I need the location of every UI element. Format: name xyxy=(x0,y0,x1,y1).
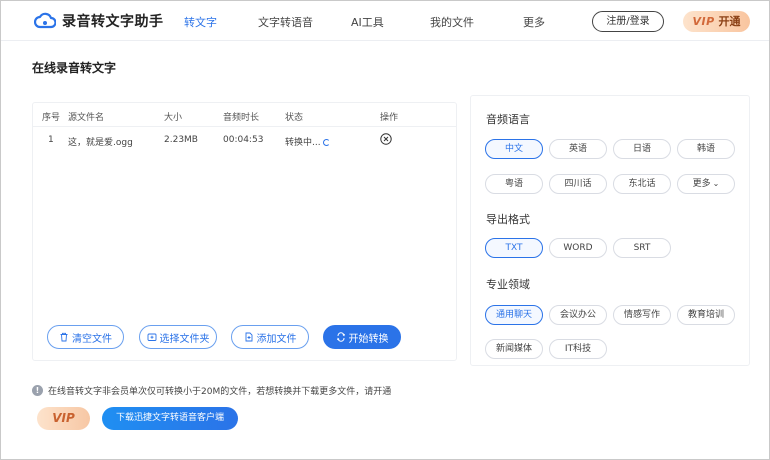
domain-option-meeting-office[interactable]: 会议办公 xyxy=(549,305,607,325)
app-name: 录音转文字助手 xyxy=(62,14,164,30)
vip-badge-button[interactable]: VIP xyxy=(37,407,90,430)
format-option-txt[interactable]: TXT xyxy=(485,238,543,258)
top-header: 录音转文字助手 转文字 文字转语音 AI工具 我的文件 更多 注册/登录 VIP… xyxy=(1,1,769,41)
lang-option-sichuan[interactable]: 四川话 xyxy=(549,174,607,194)
table-row: 1 这，就是爱.ogg 2.23MB 00:04:53 转换中... xyxy=(33,128,456,152)
clear-files-label: 清空文件 xyxy=(72,333,112,345)
format-option-srt[interactable]: SRT xyxy=(613,238,671,258)
convert-icon xyxy=(336,332,345,342)
vip-open-label: 开通 xyxy=(718,15,741,28)
nav-ai-tools[interactable]: AI工具 xyxy=(351,14,384,30)
domain-option-education[interactable]: 教育培训 xyxy=(677,305,735,325)
cloud-logo-icon xyxy=(34,12,56,29)
register-login-button[interactable]: 注册/登录 xyxy=(592,11,664,32)
col-duration: 音频时长 xyxy=(223,113,260,123)
page-title: 在线录音转文字 xyxy=(32,61,117,75)
lang-option-dongbei[interactable]: 东北话 xyxy=(613,174,671,194)
choose-folder-button[interactable]: 选择文件夹 xyxy=(139,325,217,349)
col-size: 大小 xyxy=(164,113,183,123)
nav-text-to-speech[interactable]: 文字转语音 xyxy=(258,14,313,30)
table-header: 序号 源文件名 大小 音频时长 状态 操作 xyxy=(33,103,456,127)
vip-badge-text: VIP xyxy=(692,15,715,28)
col-file-name: 源文件名 xyxy=(68,113,105,123)
folder-icon xyxy=(147,333,156,341)
lang-more-label: 更多 xyxy=(692,179,711,189)
row-status: 转换中... xyxy=(285,135,330,148)
download-client-button[interactable]: 下载迅捷文字转语音客户端 xyxy=(102,407,238,430)
domain-option-emotional-writing[interactable]: 情感写作 xyxy=(613,305,671,325)
row-duration: 00:04:53 xyxy=(223,135,264,145)
lang-option-chinese[interactable]: 中文 xyxy=(485,139,543,159)
domain-option-news-media[interactable]: 新闻媒体 xyxy=(485,339,543,359)
settings-panel: 音频语言 中文 英语 日语 韩语 粤语 四川话 东北话 更多 ⌄ 导出格式 TXT… xyxy=(470,95,750,366)
lang-option-cantonese[interactable]: 粤语 xyxy=(485,174,543,194)
member-notice-text: 在线音转文字非会员单次仅可转换小于20M的文件，若想转换并下载更多文件，请开通 xyxy=(48,387,392,397)
member-notice: ! 在线音转文字非会员单次仅可转换小于20M的文件，若想转换并下载更多文件，请开… xyxy=(32,384,391,397)
row-index: 1 xyxy=(48,135,54,145)
info-icon: ! xyxy=(32,385,43,396)
logo[interactable]: 录音转文字助手 xyxy=(34,11,164,31)
loading-spinner-icon xyxy=(322,139,330,146)
export-format-title: 导出格式 xyxy=(486,213,530,226)
nav-my-files[interactable]: 我的文件 xyxy=(430,14,474,30)
file-list-panel: 序号 源文件名 大小 音频时长 状态 操作 1 这，就是爱.ogg 2.23MB… xyxy=(32,102,457,361)
lang-option-english[interactable]: 英语 xyxy=(549,139,607,159)
choose-folder-label: 选择文件夹 xyxy=(159,333,210,345)
trash-icon xyxy=(60,332,68,342)
close-circle-icon[interactable] xyxy=(380,133,392,145)
add-file-label: 添加文件 xyxy=(256,333,297,345)
lang-option-more[interactable]: 更多 ⌄ xyxy=(677,174,735,194)
row-size: 2.23MB xyxy=(164,135,198,145)
app-window: 录音转文字助手 转文字 文字转语音 AI工具 我的文件 更多 注册/登录 VIP… xyxy=(0,0,770,460)
add-file-button[interactable]: 添加文件 xyxy=(231,325,309,349)
format-option-word[interactable]: WORD xyxy=(549,238,607,258)
chevron-down-icon: ⌄ xyxy=(712,179,720,188)
audio-language-title: 音频语言 xyxy=(486,113,530,126)
professional-domain-title: 专业领域 xyxy=(486,278,530,291)
start-convert-button[interactable]: 开始转换 xyxy=(323,325,401,349)
vip-open-button[interactable]: VIP 开通 xyxy=(683,11,750,32)
nav-transcribe[interactable]: 转文字 xyxy=(184,14,217,30)
domain-option-general-chat[interactable]: 通用聊天 xyxy=(485,305,543,325)
domain-option-it-tech[interactable]: IT科技 xyxy=(549,339,607,359)
clear-files-button[interactable]: 清空文件 xyxy=(47,325,124,349)
row-file-name: 这，就是爱.ogg xyxy=(68,138,133,148)
row-status-text: 转换中... xyxy=(285,138,321,148)
col-status: 状态 xyxy=(285,113,304,123)
start-convert-label: 开始转换 xyxy=(348,333,389,345)
col-action: 操作 xyxy=(380,113,399,123)
nav-more[interactable]: 更多 xyxy=(523,14,545,30)
add-file-icon xyxy=(245,332,252,342)
col-index: 序号 xyxy=(42,113,61,123)
lang-option-korean[interactable]: 韩语 xyxy=(677,139,735,159)
lang-option-japanese[interactable]: 日语 xyxy=(613,139,671,159)
